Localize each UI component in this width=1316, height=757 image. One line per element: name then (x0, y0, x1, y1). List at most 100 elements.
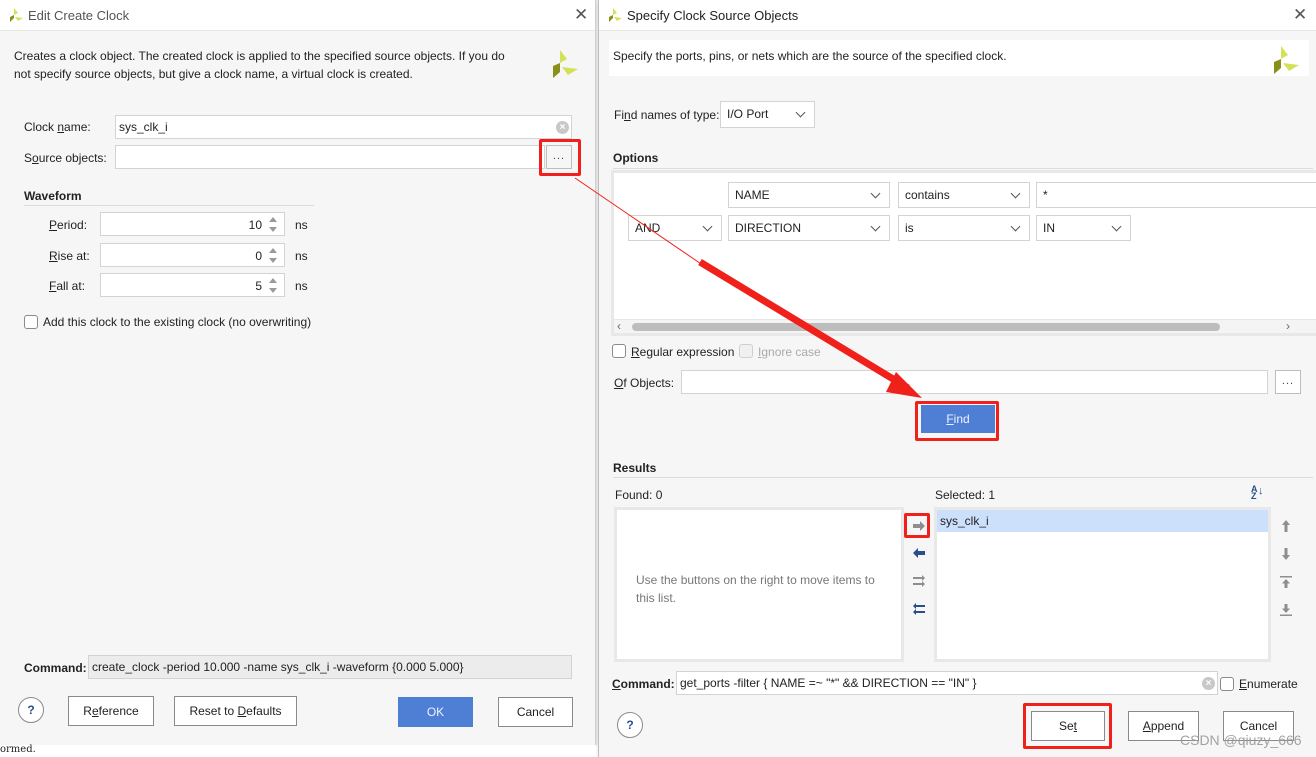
spinner-arrows-icon[interactable] (269, 276, 279, 294)
filter-operator-value: is (905, 221, 914, 235)
sort-az-icon[interactable]: A Z ↓ (1251, 485, 1264, 501)
browse-of-objects-button[interactable]: ... (1275, 370, 1301, 394)
spinner-arrows-icon[interactable] (269, 215, 279, 233)
regular-expression-label[interactable]: Regular expression (631, 345, 734, 359)
filter-operator-dropdown[interactable]: is (898, 215, 1030, 241)
filter-operator-value: contains (905, 188, 950, 202)
selected-list-item[interactable]: sys_clk_i (937, 510, 1268, 532)
set-button[interactable]: Set (1031, 711, 1105, 741)
found-list-placeholder: Use the buttons on the right to move ite… (636, 573, 875, 605)
of-objects-label: Of Objects: (614, 376, 675, 390)
vivado-logo-icon (10, 8, 23, 22)
found-list[interactable]: Use the buttons on the right to move ite… (614, 507, 904, 662)
cancel-button[interactable]: Cancel (498, 697, 573, 727)
section-divider (24, 205, 314, 206)
edit-create-clock-dialog: Edit Create Clock ✕ Creates a clock obje… (0, 0, 596, 745)
help-button[interactable]: ? (18, 697, 44, 723)
scroll-left-icon[interactable]: ‹ (617, 319, 621, 333)
filter-value: * (1043, 188, 1048, 202)
dialog-description: Creates a clock object. The created cloc… (14, 49, 505, 81)
specify-clock-source-objects-dialog: Specify Clock Source Objects ✕ Specify t… (598, 0, 1316, 757)
rise-spinner[interactable]: 0 (100, 243, 285, 267)
command-field[interactable]: get_ports -filter { NAME =~ "*" && DIREC… (676, 671, 1218, 695)
regular-expression-checkbox[interactable] (612, 344, 626, 358)
move-up-icon[interactable] (1277, 517, 1295, 535)
command-label: Command: (612, 677, 675, 691)
rise-unit: ns (295, 249, 308, 263)
rise-value: 0 (255, 249, 262, 263)
filter-property-dropdown[interactable]: NAME (728, 182, 890, 208)
results-heading: Results (613, 461, 657, 475)
reference-button[interactable]: Reference (68, 696, 154, 726)
selected-count: Selected: 1 (935, 488, 996, 502)
filter-logic-value: AND (635, 221, 661, 235)
add-clock-label[interactable]: Add this clock to the existing clock (no… (43, 315, 311, 329)
scrollbar-thumb[interactable] (632, 323, 1220, 331)
filter-value-input[interactable]: * (1036, 182, 1316, 208)
fall-label: Fall at: (49, 279, 86, 293)
watermark: CSDN @qiuzy_666 (1180, 732, 1302, 748)
section-divider (613, 477, 1313, 478)
chevron-down-icon (1010, 188, 1021, 199)
fall-spinner[interactable]: 5 (100, 273, 285, 297)
browse-source-objects-button[interactable]: ... (546, 145, 572, 169)
chevron-down-icon (702, 221, 713, 232)
clock-name-value: sys_clk_i (119, 120, 168, 134)
chevron-down-icon (1010, 221, 1021, 232)
chevron-down-icon (795, 107, 806, 118)
help-button[interactable]: ? (617, 712, 643, 738)
filter-property-value: DIRECTION (735, 221, 801, 235)
ignore-case-label: Ignore case (758, 345, 821, 359)
close-icon[interactable]: ✕ (574, 5, 588, 25)
filter-property-value: NAME (735, 188, 770, 202)
find-type-value: I/O Port (727, 107, 769, 121)
find-type-dropdown[interactable]: I/O Port (720, 101, 815, 128)
filter-value: IN (1043, 221, 1055, 235)
filter-logic-dropdown[interactable]: AND (628, 215, 722, 241)
period-value: 10 (248, 218, 262, 232)
enumerate-checkbox[interactable] (1220, 677, 1234, 691)
move-to-bottom-icon[interactable] (1277, 601, 1295, 619)
close-icon[interactable]: ✕ (1293, 5, 1307, 25)
command-field: create_clock -period 10.000 -name sys_cl… (88, 655, 572, 679)
fall-value: 5 (255, 279, 262, 293)
filter-operator-dropdown[interactable]: contains (898, 182, 1030, 208)
clock-name-input[interactable]: sys_clk_i (115, 115, 572, 139)
move-left-icon[interactable] (910, 544, 928, 562)
filter-table: NAME contains * AND DIRECTION is IN ‹ › (611, 170, 1316, 336)
horizontal-scrollbar[interactable]: ‹ › (614, 319, 1316, 333)
move-all-right-icon[interactable] (910, 572, 928, 590)
title-bar: Edit Create Clock ✕ (0, 0, 595, 31)
ok-button[interactable]: OK (398, 697, 473, 727)
find-type-label: Find names of type: (614, 108, 720, 122)
dialog-title: Specify Clock Source Objects (627, 8, 799, 23)
selected-list[interactable]: sys_clk_i (934, 507, 1271, 662)
move-right-icon[interactable] (910, 517, 928, 535)
found-count: Found: 0 (615, 488, 663, 502)
rise-label: Rise at: (49, 249, 90, 263)
clock-name-label: Clock name: (24, 120, 91, 134)
move-all-left-icon[interactable] (910, 600, 928, 618)
move-down-icon[interactable] (1277, 545, 1295, 563)
source-objects-label: Source objects: (24, 151, 107, 165)
of-objects-input[interactable] (681, 370, 1268, 394)
spinner-arrows-icon[interactable] (269, 246, 279, 264)
section-divider (613, 168, 1313, 169)
clear-icon[interactable]: × (1202, 677, 1215, 690)
move-to-top-icon[interactable] (1277, 573, 1295, 591)
dialog-description: Specify the ports, pins, or nets which a… (613, 49, 1007, 63)
filter-property-dropdown[interactable]: DIRECTION (728, 215, 890, 241)
scroll-right-icon[interactable]: › (1286, 319, 1290, 333)
command-value: get_ports -filter { NAME =~ "*" && DIREC… (680, 676, 977, 690)
reset-to-defaults-button[interactable]: Reset to Defaults (174, 696, 297, 726)
chevron-down-icon (870, 221, 881, 232)
filter-value-dropdown[interactable]: IN (1036, 215, 1131, 241)
find-button[interactable]: Find (921, 405, 995, 433)
enumerate-label[interactable]: Enumerate (1239, 677, 1298, 691)
period-spinner[interactable]: 10 (100, 212, 285, 236)
fall-unit: ns (295, 279, 308, 293)
add-clock-checkbox[interactable] (24, 315, 38, 329)
source-objects-input[interactable] (115, 145, 545, 169)
dialog-title: Edit Create Clock (28, 8, 130, 23)
clear-icon[interactable]: × (556, 121, 569, 134)
